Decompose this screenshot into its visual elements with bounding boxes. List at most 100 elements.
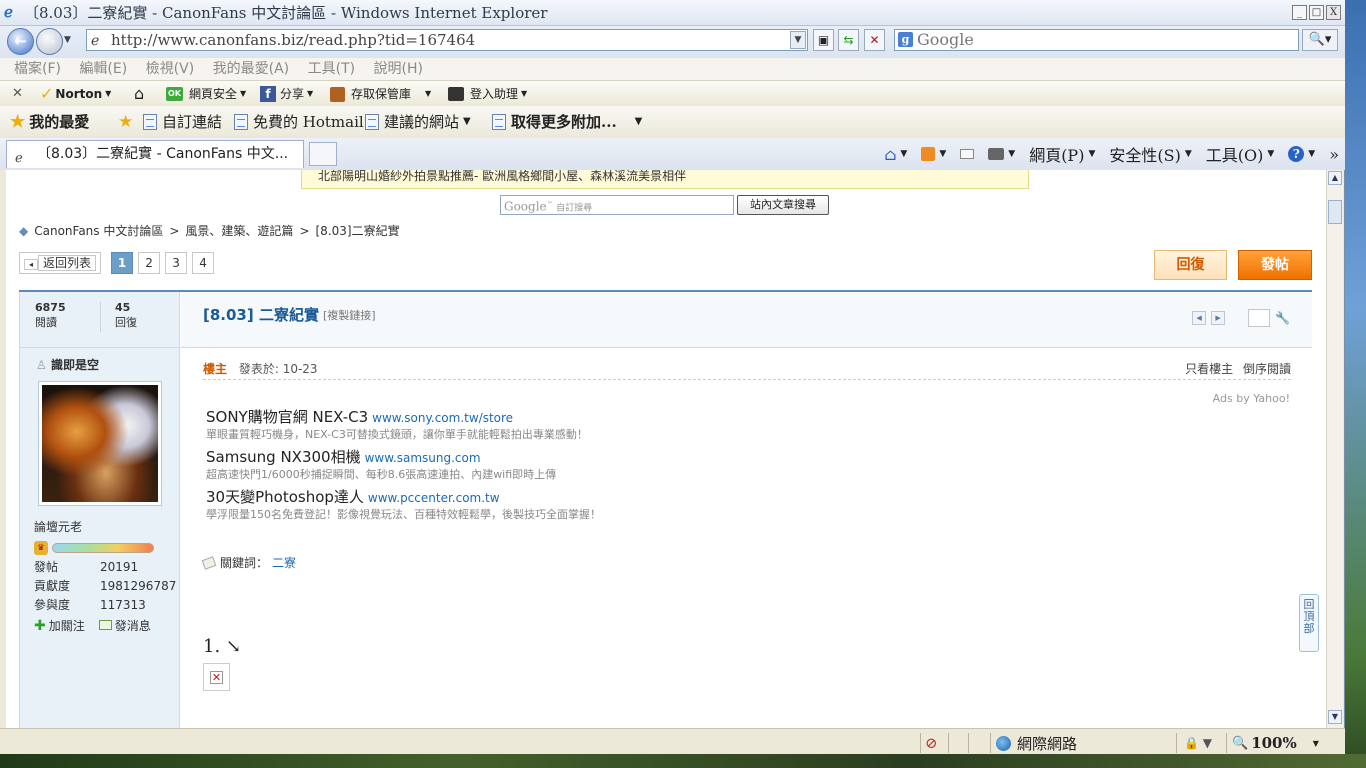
reply-button[interactable]: 回復	[1154, 250, 1227, 280]
ad-item[interactable]: SONY購物官網 NEX-C3 www.sony.com.tw/store 單眼畫…	[206, 406, 601, 443]
security-zone[interactable]: 網際網路	[996, 732, 1077, 754]
keyword-link[interactable]: 二寮	[272, 554, 296, 571]
login-assist-button[interactable]: 登入助理 ▼	[448, 81, 527, 107]
more-commands-button[interactable]: »	[1329, 145, 1339, 164]
vault-button[interactable]: 存取保管庫 ▼	[330, 81, 431, 107]
scroll-down-icon[interactable]: ▼	[1328, 710, 1342, 724]
command-bar: ⌂ ▼ ▼ ▼ 網頁(P) ▼ 安全性(S) ▼ 工具(O) ▼ ? ▼ »	[884, 138, 1345, 170]
address-input[interactable]: ℯ http://www.canonfans.biz/read.php?tid=…	[86, 29, 808, 51]
help-menu[interactable]: ? ▼	[1288, 146, 1315, 162]
identity-card-icon	[448, 87, 464, 101]
rss-icon	[921, 147, 936, 161]
ads-list: SONY購物官網 NEX-C3 www.sony.com.tw/store 單眼畫…	[206, 406, 601, 526]
page-icon	[234, 114, 248, 130]
home-icon[interactable]: ⌂	[134, 81, 144, 107]
tag-icon	[201, 555, 217, 570]
page-icon	[143, 114, 157, 130]
facebook-icon: f	[260, 86, 276, 102]
scroll-thumb[interactable]	[1328, 200, 1342, 224]
read-mail-button[interactable]	[960, 149, 975, 159]
vertical-scrollbar[interactable]: ▲ ▼	[1326, 170, 1343, 728]
address-row: ← → ▼ ℯ http://www.canonfans.biz/read.ph…	[0, 26, 1345, 58]
author-tag: 樓主	[203, 362, 228, 376]
page-1[interactable]: 1	[111, 252, 134, 274]
favorites-button[interactable]: ★ 我的最愛	[10, 106, 89, 138]
ad-item[interactable]: Samsung NX300相機 www.samsung.com 超高速快門1/60…	[206, 446, 601, 483]
feeds-button[interactable]: ▼	[921, 147, 946, 161]
browser-window: ℯ 〔8.03〕二寮紀實 - CanonFans 中文討論區 - Windows…	[0, 0, 1345, 768]
fav-custom-links[interactable]: 自訂連結	[143, 106, 222, 138]
next-thread-icon[interactable]: ▶	[1211, 311, 1226, 325]
breadcrumb-section[interactable]: 風景、建築、遊記篇	[185, 222, 293, 239]
back-to-list-button[interactable]: ◂ 返回列表	[19, 252, 102, 274]
minimize-button[interactable]: _	[1292, 5, 1307, 20]
recent-pages-dropdown-icon[interactable]: ▼	[64, 35, 71, 45]
stop-icon[interactable]: ✕	[864, 29, 885, 51]
author-name[interactable]: ♙ 識即是空	[36, 356, 99, 373]
menu-help[interactable]: 說明(H)	[374, 61, 423, 77]
maximize-button[interactable]: □	[1309, 5, 1324, 20]
page-3[interactable]: 3	[165, 252, 188, 274]
forward-button[interactable]: →	[36, 28, 63, 55]
help-icon: ?	[1288, 146, 1305, 162]
privacy-icon[interactable]: ⊘	[925, 732, 938, 754]
norton-button[interactable]: ✓ Norton ▼	[40, 81, 111, 107]
fav-get-addons[interactable]: 取得更多附加... ▼	[492, 106, 642, 138]
close-toolbar-icon[interactable]: ✕	[12, 81, 23, 107]
print-box-icon[interactable]	[1248, 309, 1271, 327]
page-favicon-icon: ℯ	[91, 33, 100, 49]
scroll-up-icon[interactable]: ▲	[1328, 171, 1342, 185]
share-button[interactable]: f 分享 ▼	[260, 81, 313, 107]
safety-menu[interactable]: 安全性(S) ▼	[1109, 142, 1191, 166]
message-button[interactable]: 發消息	[98, 617, 151, 634]
prev-thread-icon[interactable]: ◀	[1192, 311, 1207, 325]
print-button[interactable]: ▼	[988, 148, 1015, 160]
zoom-control[interactable]: 🔍 100% ▼	[1232, 732, 1319, 754]
menu-view[interactable]: 檢視(V)	[146, 61, 195, 77]
google-search-provider-icon: g	[898, 32, 913, 47]
avatar[interactable]	[38, 381, 162, 506]
menu-favorites[interactable]: 我的最愛(A)	[213, 61, 290, 77]
reverse-order-link[interactable]: 倒序閱讀	[1243, 362, 1291, 376]
breadcrumb-home[interactable]: CanonFans 中文討論區	[34, 222, 163, 239]
notice-banner[interactable]: 北部陽明山婚紗外拍景點推薦- 歐洲風格鄉間小屋、森林溪流美景相伴	[301, 170, 1029, 189]
close-button[interactable]: X	[1326, 5, 1341, 20]
post-container: 6875 閱讀 45 回復 ♙ 識即是空 論壇元老 ♛ 發帖 20191 貢獻度…	[19, 290, 1312, 728]
add-favorites-icon[interactable]: ★	[118, 106, 137, 138]
fav-hotmail[interactable]: 免費的 Hotmail	[234, 106, 364, 138]
refresh-icon[interactable]: ⇆	[838, 29, 859, 51]
wrench-icon[interactable]: 🔧	[1275, 311, 1290, 325]
ads-by-yahoo[interactable]: Ads by Yahoo!	[1213, 392, 1290, 405]
new-post-button[interactable]: 發帖	[1238, 250, 1312, 280]
site-search-button[interactable]: 站內文章搜尋	[737, 195, 829, 215]
address-url: http://www.canonfans.biz/read.php?tid=16…	[111, 31, 476, 49]
protected-mode-icon[interactable]: 🔒 ▼	[1184, 732, 1212, 754]
menu-file[interactable]: 檔案(F)	[14, 61, 61, 77]
follow-button[interactable]: ✚ 加關注	[34, 617, 85, 634]
message-icon	[98, 620, 112, 630]
search-button[interactable]: 🔍▾	[1302, 29, 1338, 51]
fav-suggested-sites[interactable]: 建議的網站 ▼	[365, 106, 471, 138]
page-4[interactable]: 4	[192, 252, 215, 274]
back-to-top-button[interactable]: 回頂部	[1299, 594, 1319, 652]
search-input[interactable]: g Google	[894, 29, 1299, 51]
page-icon	[492, 114, 506, 130]
breadcrumb-current[interactable]: [8.03]二寮紀實	[316, 222, 400, 239]
web-safety-button[interactable]: OK 網頁安全 ▼	[166, 81, 246, 107]
tools-menu[interactable]: 工具(O) ▼	[1206, 142, 1275, 166]
tab-active[interactable]: ℯ 〔8.03〕二寮紀實 - CanonFans 中文...	[6, 140, 304, 168]
address-dropdown-icon[interactable]: ▼	[790, 31, 806, 49]
norton-check-icon: ✓	[40, 84, 54, 103]
new-tab-button[interactable]	[309, 142, 337, 166]
menu-edit[interactable]: 編輯(E)	[79, 61, 127, 77]
home-menu-button[interactable]: ⌂ ▼	[884, 145, 907, 164]
only-author-link[interactable]: 只看樓主	[1185, 362, 1233, 376]
page-2[interactable]: 2	[138, 252, 161, 274]
page-menu[interactable]: 網頁(P) ▼	[1029, 142, 1095, 166]
site-search-input[interactable]: Google™ 自訂搜尋	[500, 195, 734, 215]
menu-tools[interactable]: 工具(T)	[308, 61, 355, 77]
back-button[interactable]: ←	[7, 28, 34, 55]
copy-link[interactable]: [複製鏈接]	[323, 307, 376, 323]
ad-item[interactable]: 30天變Photoshop達人 www.pccenter.com.tw 學浮限量1…	[206, 486, 601, 523]
compatibility-view-icon[interactable]: ▣	[813, 29, 834, 51]
